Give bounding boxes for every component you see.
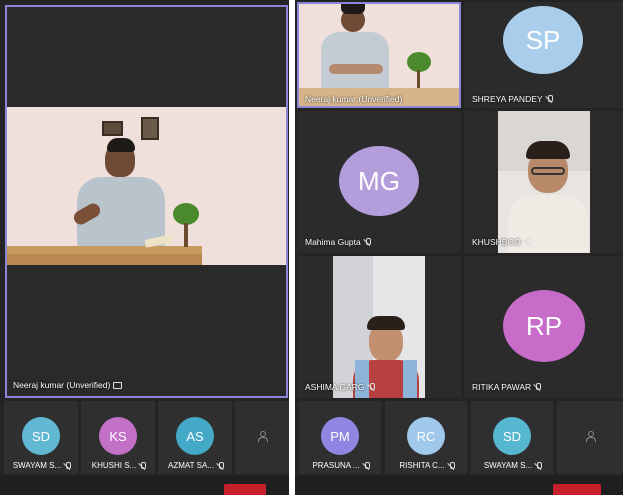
participant-name-tag: KHUSHBOO [472,237,531,247]
avatar: RC [407,417,445,455]
participant-name-tag: SHREYA PANDEY [472,94,553,104]
participant-name-tag: ASHIMA GARG [305,382,375,392]
participant-name-tag: PRASUNA ... [303,461,379,470]
avatar: RP [503,290,585,362]
avatar: MG [339,146,419,216]
participant-name: PRASUNA ... [312,461,360,470]
main-speaker-name-tag: Neeraj kumar (Unverified) [13,380,123,390]
participant-name-tag: RISHITA C... [389,461,465,470]
participant-video-tile[interactable]: KHUSHBOO [464,111,623,253]
mic-muted-icon [524,238,531,246]
participant-name: AZMAT SA... [168,461,214,470]
mic-muted-icon [448,461,455,470]
participant-video [333,256,425,398]
mic-muted-icon [535,461,543,470]
participant-name-tag: AZMAT SA... [162,461,230,470]
more-participants-tile[interactable] [235,401,289,474]
left-meeting-panel: Neeraj kumar (Unverified) SD SWAYAM S...… [0,0,289,495]
mic-muted-icon [534,383,542,391]
strip-participant-tile[interactable]: SD SWAYAM S... [4,401,78,474]
leave-button[interactable] [553,484,601,495]
main-speaker-video [7,107,286,265]
more-participants-tile[interactable] [557,401,623,474]
screen-share-icon [113,381,123,389]
strip-participant-tile[interactable]: KS KHUSHI S... [81,401,155,474]
participant-name: SWAYAM S... [12,461,62,470]
participant-name: ASHIMA GARG [305,382,365,392]
participant-name: KHUSHI S... [91,461,137,470]
participant-name-tag: KHUSHI S... [85,461,153,470]
participant-video [299,4,459,106]
participant-name-tag: RITIKA PAWAR [472,382,542,392]
leave-button[interactable] [224,484,266,495]
strip-participant-tile[interactable]: RC RISHITA C... [385,401,467,474]
mic-muted-icon [363,461,370,470]
avatar: SD [22,417,60,455]
avatar: SP [503,6,583,74]
participant-name-tag: Neeraj kumar (Unverified) [305,94,402,104]
avatar: SD [493,417,531,455]
mic-muted-icon [546,95,553,103]
participant-tile[interactable]: MG Mahima Gupta [297,111,461,253]
strip-participant-tile[interactable]: PM PRASUNA ... [299,401,381,474]
participant-name: Mahima Gupta [305,237,361,247]
participant-name: SWAYAM S... [483,461,533,470]
participant-tile[interactable]: SP SHREYA PANDEY [464,2,623,108]
strip-participant-tile[interactable]: SD SWAYAM S... [471,401,553,474]
strip-participant-tile[interactable]: AS AZMAT SA... [158,401,232,474]
avatar: AS [176,417,214,455]
person-icon [257,431,268,442]
mic-muted-icon [364,238,371,246]
avatar: PM [321,417,359,455]
mic-muted-icon [368,383,375,391]
participant-name-tag: SWAYAM S... [475,461,551,470]
participant-name: SHREYA PANDEY [472,94,543,104]
participant-video [498,111,590,253]
avatar: KS [99,417,137,455]
participant-name: Neeraj kumar (Unverified) [305,94,403,104]
main-speaker-name: Neeraj kumar (Unverified) [13,380,111,390]
person-icon [585,431,596,442]
participant-name: KHUSHBOO [472,237,521,247]
participant-video-tile[interactable]: Neeraj kumar (Unverified) [297,2,461,108]
participant-name: RISHITA C... [399,461,445,470]
participant-name-tag: Mahima Gupta [305,237,371,247]
participant-tile[interactable]: RP RITIKA PAWAR [464,256,623,398]
participant-video-tile[interactable]: ASHIMA GARG [297,256,461,398]
participant-name: RITIKA PAWAR [472,382,532,392]
mic-muted-icon [139,461,147,470]
mic-muted-icon [64,461,72,470]
participant-name-tag: SWAYAM S... [8,461,76,470]
mic-muted-icon [217,461,224,470]
main-speaker-tile[interactable]: Neeraj kumar (Unverified) [5,5,288,398]
right-meeting-panel: Neeraj kumar (Unverified) SP SHREYA PAND… [295,0,623,495]
